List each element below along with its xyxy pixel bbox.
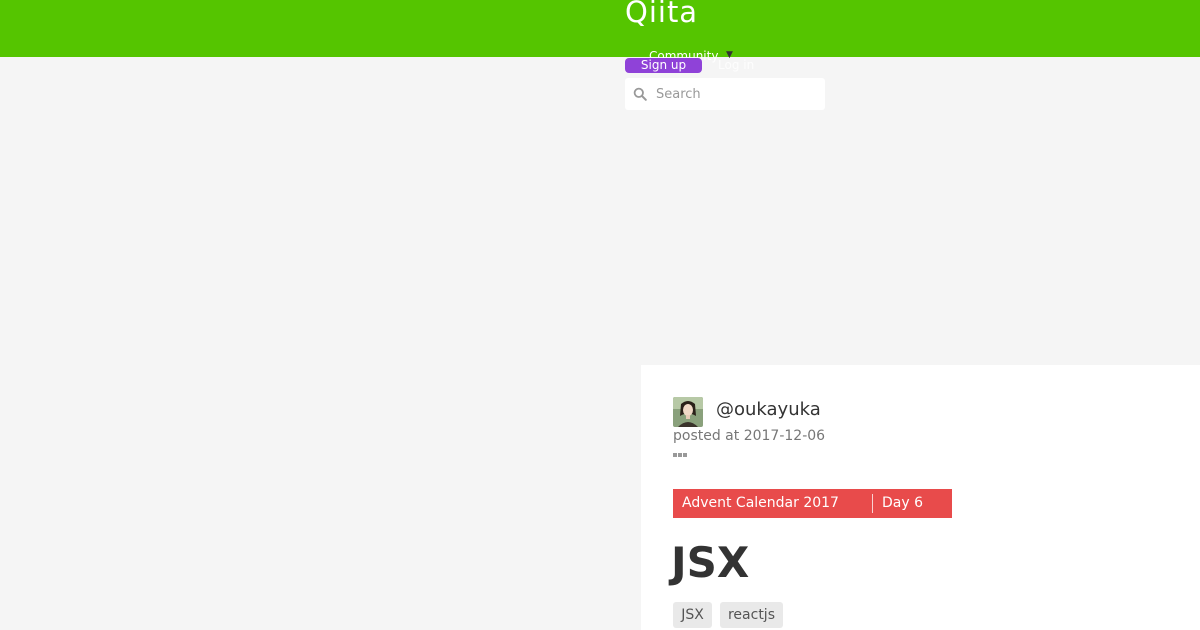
signup-button[interactable]: Sign up: [625, 58, 702, 73]
author-avatar[interactable]: [673, 397, 703, 427]
advent-calendar-banner[interactable]: Advent Calendar 2017 Day 6: [673, 489, 952, 518]
search-icon: [633, 87, 647, 101]
advent-calendar-name: Advent Calendar 2017: [682, 495, 839, 511]
search-box[interactable]: [625, 78, 825, 110]
login-link[interactable]: Log in: [718, 58, 754, 73]
article-panel: @oukayuka posted at 2017-12-06 Advent Ca…: [641, 365, 1200, 630]
qiita-logo[interactable]: Qiita: [625, 0, 698, 27]
site-header: Qiita Community ▼ Sign up Log in: [0, 0, 1200, 110]
advent-calendar-day: Day 6: [882, 495, 924, 511]
tag-jsx[interactable]: JSX: [673, 602, 712, 628]
ellipsis-icon[interactable]: [673, 452, 689, 458]
author-name[interactable]: @oukayuka: [716, 398, 821, 422]
avatar-image: [673, 397, 703, 427]
article-title: JSX: [671, 538, 750, 587]
search-input[interactable]: [656, 78, 816, 110]
advent-divider: [872, 494, 873, 513]
posted-date: posted at 2017-12-06: [673, 428, 826, 444]
tag-reactjs[interactable]: reactjs: [720, 602, 783, 628]
